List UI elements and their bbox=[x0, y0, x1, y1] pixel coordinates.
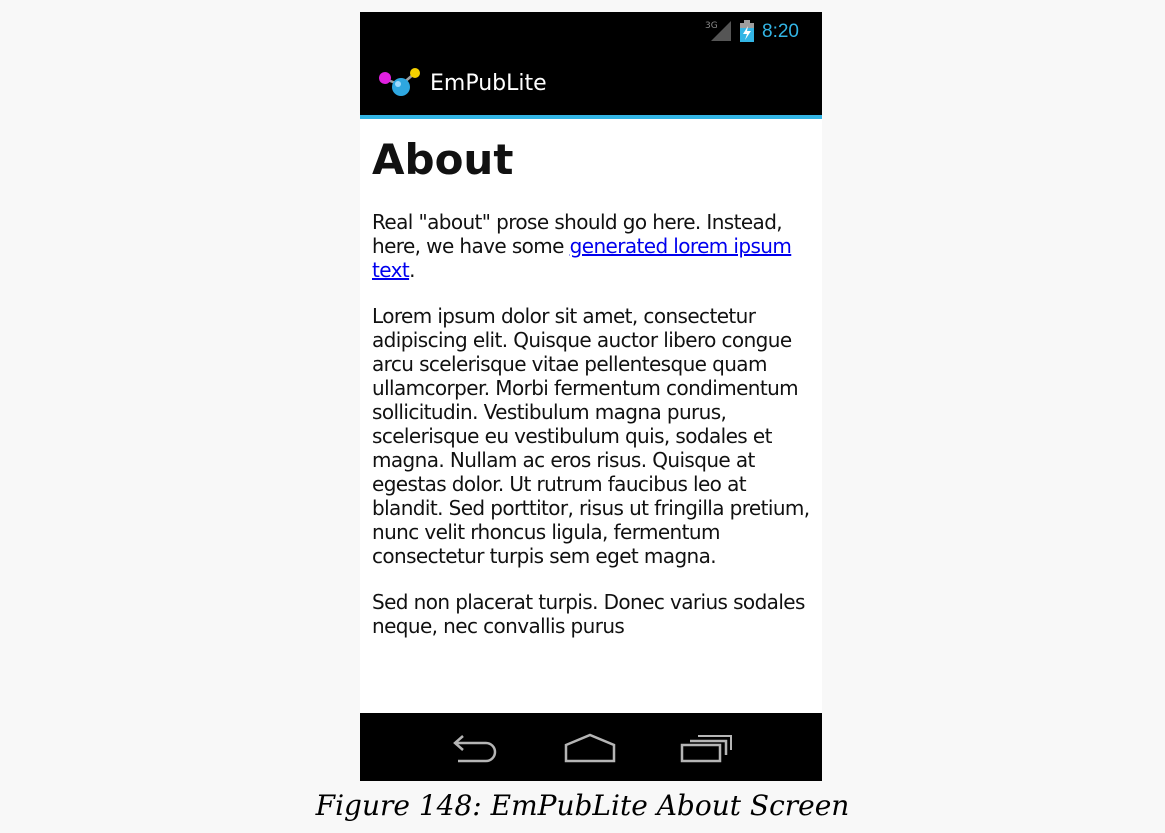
empublite-logo-icon[interactable] bbox=[377, 67, 425, 99]
page-title: About bbox=[372, 135, 514, 184]
navigation-bar bbox=[360, 713, 822, 781]
battery-charging-icon bbox=[740, 20, 754, 42]
signal-3g-icon: 3G bbox=[705, 21, 731, 41]
status-bar: 3G 8:20 bbox=[360, 12, 822, 51]
body-paragraph-cutoff: Sed non placerat turpis. Donec varius so… bbox=[372, 590, 805, 638]
about-content[interactable]: About Real "about" prose should go here.… bbox=[360, 119, 822, 713]
intro-text-end: . bbox=[409, 258, 415, 282]
app-title: EmPubLite bbox=[430, 71, 547, 96]
body-paragraph: Lorem ipsum dolor sit amet, consectetur … bbox=[372, 304, 810, 568]
recent-apps-icon[interactable] bbox=[678, 733, 734, 763]
back-icon[interactable] bbox=[446, 733, 502, 763]
svg-text:3G: 3G bbox=[705, 21, 718, 31]
phone-screen: 3G 8:20 EmPubLite About Real "about" pro… bbox=[360, 12, 822, 781]
status-clock: 8:20 bbox=[762, 21, 799, 42]
action-bar: EmPubLite bbox=[360, 51, 822, 119]
intro-paragraph: Real "about" prose should go here. Inste… bbox=[372, 210, 810, 282]
home-icon[interactable] bbox=[562, 733, 618, 763]
figure-caption: Figure 148: EmPubLite About Screen bbox=[315, 789, 850, 822]
